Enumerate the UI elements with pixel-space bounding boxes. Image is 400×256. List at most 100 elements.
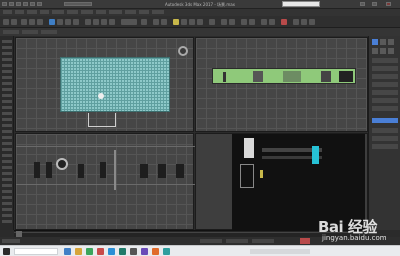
round-object[interactable] — [56, 158, 68, 170]
viewcube-icon[interactable] — [178, 46, 188, 56]
ribbon-tab[interactable] — [41, 30, 57, 34]
taskbar-app-icon[interactable] — [163, 248, 170, 255]
toolbar-item[interactable] — [2, 220, 12, 223]
lights-icon[interactable] — [388, 48, 394, 54]
windows-start-icon[interactable] — [3, 248, 10, 255]
taskbar-app-icon[interactable] — [108, 248, 115, 255]
move-icon[interactable] — [85, 19, 91, 25]
reference-coordinate-dropdown[interactable] — [121, 19, 137, 25]
toolbar-item[interactable] — [2, 76, 12, 79]
ribbon-tab[interactable] — [22, 30, 38, 34]
taskbar-app-icon[interactable] — [86, 248, 93, 255]
open-file-icon[interactable] — [16, 2, 21, 6]
menu-item[interactable] — [27, 10, 37, 14]
close-button[interactable] — [386, 2, 391, 6]
redo-icon[interactable] — [11, 19, 17, 25]
taskbar-app-icon[interactable] — [152, 248, 159, 255]
toolbar-item[interactable] — [2, 202, 12, 205]
toolbar-item[interactable] — [2, 166, 12, 169]
taskbar-app-icon[interactable] — [75, 248, 82, 255]
toolbar-item[interactable] — [2, 52, 12, 55]
viewport-top[interactable] — [15, 37, 194, 132]
toolbar-item[interactable] — [2, 172, 12, 175]
rotate-icon[interactable] — [93, 19, 99, 25]
scene-explorer-icon[interactable] — [2, 40, 12, 43]
rollout[interactable] — [372, 74, 398, 79]
curve-editor-icon[interactable] — [261, 19, 267, 25]
render-setup-icon[interactable] — [293, 19, 299, 25]
place-icon[interactable] — [109, 19, 115, 25]
pivot-center-icon[interactable] — [141, 19, 147, 25]
select-by-name-icon[interactable] — [57, 19, 63, 25]
unlink-icon[interactable] — [29, 19, 35, 25]
align-icon[interactable] — [229, 19, 235, 25]
toolbar-item[interactable] — [2, 112, 12, 115]
bind-icon[interactable] — [37, 19, 43, 25]
rendered-frame-icon[interactable] — [301, 19, 307, 25]
menu-item[interactable] — [15, 10, 24, 14]
maximize-button[interactable] — [372, 2, 377, 6]
taskbar-app-icon[interactable] — [64, 248, 71, 255]
rollout[interactable] — [372, 128, 398, 133]
shapes-icon[interactable] — [380, 48, 386, 54]
coord-field[interactable] — [200, 239, 222, 243]
undo-icon[interactable] — [30, 2, 35, 6]
toggle-ribbon-icon[interactable] — [249, 19, 255, 25]
search-input[interactable] — [282, 1, 320, 7]
selection-region-icon[interactable] — [65, 19, 71, 25]
toolbar-item[interactable] — [2, 196, 12, 199]
toolbar-item[interactable] — [2, 148, 12, 151]
angle-snap-icon[interactable] — [181, 19, 187, 25]
toolbar-item[interactable] — [2, 94, 12, 97]
toolbar-item[interactable] — [2, 58, 12, 61]
hierarchy-tab-icon[interactable] — [388, 39, 394, 45]
select-manipulate-icon[interactable] — [153, 19, 159, 25]
menu-item[interactable] — [152, 10, 164, 14]
rollout[interactable] — [372, 66, 398, 71]
rollout[interactable] — [372, 98, 398, 103]
menu-item[interactable] — [52, 10, 64, 14]
redo-icon[interactable] — [37, 2, 42, 6]
geometry-icon[interactable] — [372, 48, 378, 54]
floor-plan-object[interactable] — [60, 57, 170, 112]
toolbar-item[interactable] — [2, 208, 12, 211]
toolbar-item[interactable] — [2, 124, 12, 127]
taskbar-app-icon[interactable] — [141, 248, 148, 255]
dropdown[interactable] — [372, 58, 398, 63]
menu-item[interactable] — [3, 10, 12, 14]
elevation-object[interactable] — [212, 68, 356, 84]
save-file-icon[interactable] — [23, 2, 28, 6]
toolbar-item[interactable] — [2, 160, 12, 163]
toolbar-item[interactable] — [2, 130, 12, 133]
minimize-button[interactable] — [360, 2, 365, 6]
undo-icon[interactable] — [3, 19, 9, 25]
new-file-icon[interactable] — [9, 2, 14, 6]
toolbar-item[interactable] — [2, 88, 12, 91]
select-object-icon[interactable] — [49, 19, 55, 25]
rollout[interactable] — [372, 90, 398, 95]
toolbar-item[interactable] — [2, 106, 12, 109]
snaps-toggle-icon[interactable] — [173, 19, 179, 25]
menu-item[interactable] — [139, 10, 149, 14]
toolbar-item[interactable] — [2, 46, 12, 49]
menu-item[interactable] — [40, 10, 49, 14]
scale-icon[interactable] — [101, 19, 107, 25]
timeline[interactable] — [14, 230, 368, 237]
toolbar-item[interactable] — [2, 184, 12, 187]
app-menu-icon[interactable] — [2, 2, 7, 6]
coord-field[interactable] — [252, 239, 274, 243]
toolbar-item[interactable] — [2, 100, 12, 103]
create-tab-icon[interactable] — [372, 39, 378, 45]
window-crossing-icon[interactable] — [73, 19, 79, 25]
system-tray[interactable] — [250, 249, 310, 254]
menu-item[interactable] — [96, 10, 106, 14]
taskbar-app-icon[interactable] — [119, 248, 126, 255]
link-icon[interactable] — [21, 19, 27, 25]
render-production-icon[interactable] — [309, 19, 315, 25]
toolbar-item[interactable] — [2, 190, 12, 193]
rollout[interactable] — [372, 136, 398, 141]
spinner-snap-icon[interactable] — [197, 19, 203, 25]
schematic-view-icon[interactable] — [269, 19, 275, 25]
percent-snap-icon[interactable] — [189, 19, 195, 25]
mirror-icon[interactable] — [221, 19, 227, 25]
